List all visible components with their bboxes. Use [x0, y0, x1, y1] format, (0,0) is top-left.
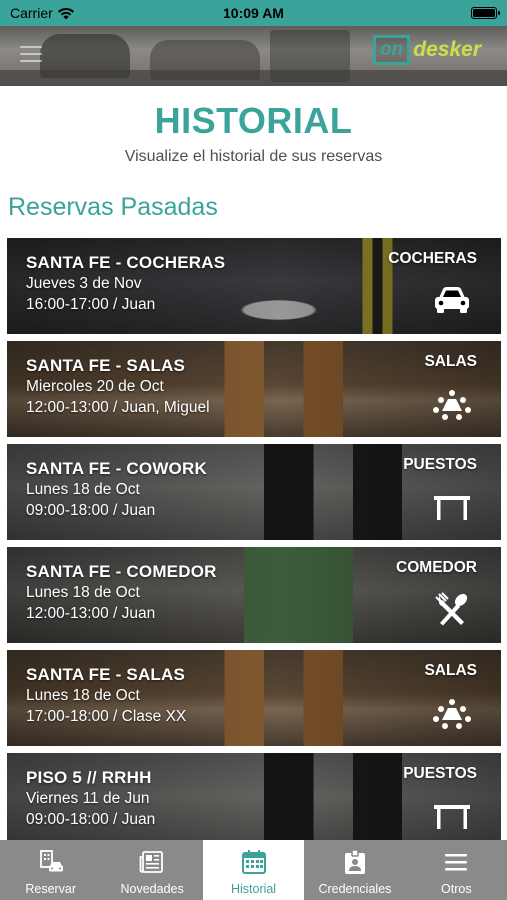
reservation-card[interactable]: SANTA FE - COMEDOR Lunes 18 de Oct 12:00…: [7, 547, 501, 643]
reservation-info: SANTA FE - COWORK Lunes 18 de Oct 09:00-…: [26, 458, 207, 521]
reservation-title: SANTA FE - COCHERAS: [26, 253, 226, 272]
reservation-detail: 09:00-18:00 / Juan: [26, 502, 156, 519]
tab-label: Otros: [441, 882, 472, 896]
hamburger-menu-icon[interactable]: [20, 46, 42, 64]
reservation-detail: 17:00-18:00 / Clase XX: [26, 708, 187, 725]
meeting-table-icon: [433, 390, 471, 420]
logo-text: desker: [413, 38, 481, 61]
tab-label: Reservar: [25, 882, 77, 896]
page-subtitle: Visualize el historial de sus reservas: [124, 148, 383, 165]
bottom-tab-bar: Reservar Novedades Historial Credenciale…: [0, 840, 507, 900]
app-header: on desker: [0, 26, 507, 86]
desk-icon: [434, 805, 470, 829]
reservation-type: COMEDOR: [396, 559, 477, 576]
reservation-type: SALAS: [424, 353, 477, 370]
reservation-detail: 12:00-13:00 / Juan, Miguel: [26, 399, 210, 416]
reservation-title: SANTA FE - SALAS: [26, 356, 186, 375]
fork-spoon-icon: [435, 592, 468, 626]
reservation-card[interactable]: SANTA FE - SALAS Miercoles 20 de Oct 12:…: [7, 341, 501, 437]
tab-otros[interactable]: Otros: [406, 840, 507, 900]
reservation-type: PUESTOS: [403, 456, 477, 473]
reservation-date: Jueves 3 de Nov: [26, 275, 142, 292]
battery-icon: [471, 7, 500, 19]
tab-credenciales[interactable]: Credenciales: [304, 840, 405, 900]
reservation-type: SALAS: [424, 662, 477, 679]
reservation-info: PISO 5 // RRHH Viernes 11 de Jun 09:00-1…: [26, 767, 155, 830]
reservation-info: SANTA FE - COCHERAS Jueves 3 de Nov 16:0…: [26, 252, 225, 315]
reservation-info: SANTA FE - SALAS Lunes 18 de Oct 17:00-1…: [26, 664, 186, 727]
desk-icon: [434, 496, 470, 520]
reservation-type: COCHERAS: [388, 250, 477, 267]
reservation-type: PUESTOS: [403, 765, 477, 782]
reservation-title: SANTA FE - COWORK: [26, 459, 207, 478]
reservation-info: SANTA FE - SALAS Miercoles 20 de Oct 12:…: [26, 355, 210, 418]
reservation-card[interactable]: PISO 5 // RRHH Viernes 11 de Jun 09:00-1…: [7, 753, 501, 849]
status-bar: Carrier 10:09 AM: [0, 0, 507, 26]
reservation-list: SANTA FE - COCHERAS Jueves 3 de Nov 16:0…: [7, 238, 501, 856]
meeting-table-icon: [433, 699, 471, 729]
reservation-card[interactable]: SANTA FE - COWORK Lunes 18 de Oct 09:00-…: [7, 444, 501, 540]
tab-novedades[interactable]: Novedades: [101, 840, 202, 900]
reservation-card[interactable]: SANTA FE - COCHERAS Jueves 3 de Nov 16:0…: [7, 238, 501, 334]
reservation-title: SANTA FE - COMEDOR: [26, 562, 217, 581]
tab-label: Historial: [230, 882, 277, 896]
reservation-date: Miercoles 20 de Oct: [26, 378, 164, 395]
section-title: Reservas Pasadas: [8, 193, 218, 221]
tab-label: Novedades: [120, 882, 184, 896]
ondesker-logo: on desker: [373, 35, 481, 65]
newspaper-icon: [137, 849, 167, 875]
reservation-card[interactable]: SANTA FE - SALAS Lunes 18 de Oct 17:00-1…: [7, 650, 501, 746]
calendar-icon: [239, 849, 269, 875]
car-icon: [435, 287, 469, 313]
page-title: HISTORIAL: [154, 100, 353, 141]
reservation-date: Lunes 18 de Oct: [26, 584, 140, 601]
tab-reservar[interactable]: Reservar: [0, 840, 101, 900]
badge-icon: [340, 849, 370, 875]
logo-box-text: on: [373, 35, 411, 65]
menu-icon: [441, 849, 471, 875]
reservation-date: Lunes 18 de Oct: [26, 687, 140, 704]
reservation-title: SANTA FE - SALAS: [26, 665, 186, 684]
building-car-icon: [36, 849, 66, 875]
reservation-detail: 16:00-17:00 / Juan: [26, 296, 156, 313]
reservation-date: Lunes 18 de Oct: [26, 481, 140, 498]
reservation-title: PISO 5 // RRHH: [26, 768, 152, 787]
reservation-date: Viernes 11 de Jun: [26, 790, 150, 807]
reservation-detail: 09:00-18:00 / Juan: [26, 811, 156, 828]
tab-label: Credenciales: [318, 882, 392, 896]
reservation-info: SANTA FE - COMEDOR Lunes 18 de Oct 12:00…: [26, 561, 217, 624]
tab-historial[interactable]: Historial: [202, 840, 305, 900]
reservation-detail: 12:00-13:00 / Juan: [26, 605, 156, 622]
clock: 10:09 AM: [223, 5, 284, 21]
